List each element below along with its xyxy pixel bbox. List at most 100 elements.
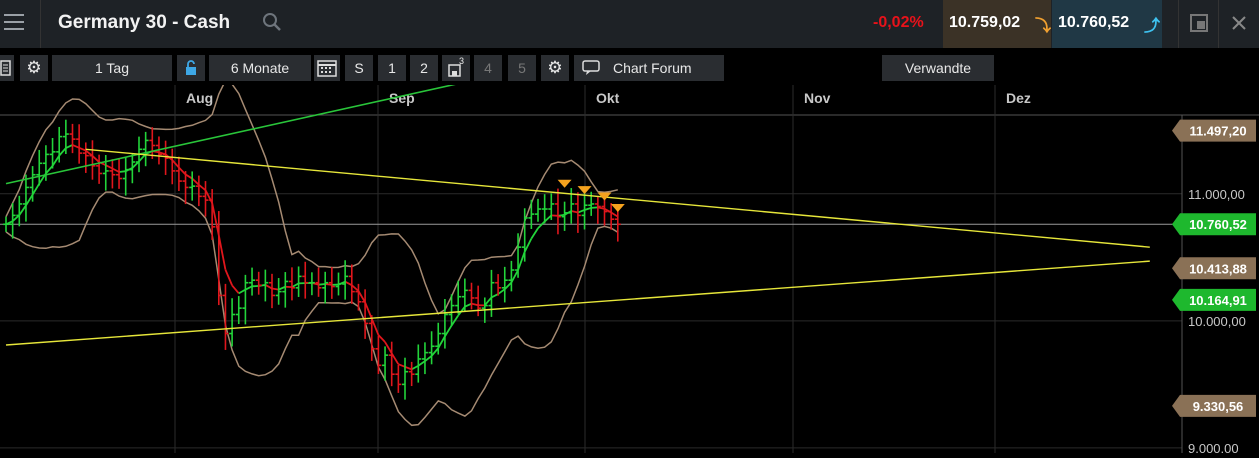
- price-label-text: 9.330,56: [1193, 399, 1244, 414]
- lock-icon: [177, 55, 205, 81]
- ask-button[interactable]: 10.760,52 ⤴: [1052, 0, 1162, 48]
- moving-average-segment: [545, 215, 552, 221]
- moving-average-segment: [498, 289, 505, 294]
- arrow-down-icon: ⤵: [1035, 12, 1051, 36]
- chart-forum-button[interactable]: Chart Forum: [574, 55, 724, 81]
- menu-button[interactable]: [0, 0, 41, 48]
- layout-3-button[interactable]: 3: [442, 55, 470, 81]
- list-button[interactable]: [0, 55, 14, 81]
- price-bar: [3, 217, 9, 232]
- price-bar: [608, 203, 614, 230]
- moving-average-segment: [53, 156, 60, 166]
- instrument-title: Germany 30 - Cash: [58, 12, 230, 34]
- moving-average-segment: [292, 283, 299, 287]
- price-label-text: 10.760,52: [1189, 217, 1247, 232]
- price-bar: [429, 331, 435, 364]
- moving-average-segment: [392, 353, 399, 364]
- price-bar: [555, 189, 561, 235]
- price-label-text: 11.497,20: [1189, 124, 1246, 139]
- related-button[interactable]: Verwandte: [882, 55, 994, 81]
- range-select[interactable]: 6 Monate: [209, 55, 311, 81]
- bid-price: 10.759,02: [949, 14, 1020, 32]
- hamburger-icon: [4, 14, 24, 16]
- price-label-text: 10.413,88: [1189, 261, 1247, 276]
- month-label: Aug: [186, 90, 213, 106]
- chart-settings-button[interactable]: ⚙: [541, 55, 569, 81]
- moving-average-segment: [212, 203, 219, 235]
- lock-button[interactable]: [177, 55, 205, 81]
- moving-average-segment: [325, 284, 332, 285]
- price-bar: [203, 181, 209, 217]
- price-bar: [83, 142, 89, 172]
- moving-average-segment: [219, 235, 226, 269]
- moving-average-segment: [425, 356, 432, 361]
- popout-icon: [1179, 0, 1219, 48]
- moving-average-segment: [511, 270, 518, 282]
- price-bar: [422, 342, 428, 374]
- moving-average-segment: [26, 195, 33, 206]
- price-bar: [76, 124, 82, 163]
- price-label: 10.760,52: [1172, 213, 1256, 235]
- popout-button[interactable]: [1178, 0, 1219, 48]
- price-bar: [222, 284, 228, 350]
- layout-2-button[interactable]: 2: [410, 55, 438, 81]
- chart-area[interactable]: AugSepOktNovDez11.000,0010.000,009.000,0…: [0, 85, 1259, 453]
- price-bar: [296, 266, 302, 296]
- moving-average-segment: [73, 145, 80, 148]
- price-bar: [402, 358, 408, 400]
- settings-button[interactable]: ⚙: [20, 55, 48, 81]
- moving-average-segment: [106, 165, 113, 168]
- price-chart[interactable]: AugSepOktNovDez11.000,0010.000,009.000,0…: [0, 85, 1259, 453]
- month-label: Nov: [804, 90, 831, 106]
- calendar-button[interactable]: [314, 55, 340, 81]
- close-button[interactable]: [1218, 0, 1259, 48]
- layout-5-button[interactable]: 5: [508, 55, 536, 81]
- price-bar: [409, 362, 415, 386]
- price-bar: [355, 284, 361, 311]
- price-bar: [256, 272, 262, 295]
- price-label: 9.330,56: [1172, 395, 1256, 417]
- y-tick-label: 11.000,00: [1188, 187, 1245, 202]
- search-icon[interactable]: [260, 10, 284, 34]
- moving-average-segment: [265, 285, 272, 289]
- price-bar: [375, 336, 381, 374]
- bid-button[interactable]: 10.759,02 ⤵: [943, 0, 1051, 48]
- moving-average-segment: [418, 361, 425, 366]
- price-bar: [316, 268, 322, 297]
- price-bar: [30, 166, 36, 202]
- price-bar: [196, 176, 202, 206]
- moving-average-segment: [398, 364, 405, 367]
- moving-average-segment: [465, 304, 472, 307]
- hamburger-icon: [4, 21, 24, 23]
- moving-average-segment: [172, 160, 179, 167]
- moving-average-segment: [206, 190, 213, 203]
- gear-icon: ⚙: [26, 58, 41, 77]
- interval-select[interactable]: 1 Tag: [52, 55, 172, 81]
- moving-average-segment: [46, 166, 53, 174]
- layout-1-button[interactable]: 1: [378, 55, 406, 81]
- layout-4-button[interactable]: 4: [474, 55, 502, 81]
- price-bar: [302, 262, 308, 299]
- y-tick-label: 10.000,00: [1188, 314, 1246, 329]
- moving-average-segment: [571, 211, 578, 213]
- price-bar: [149, 127, 155, 159]
- price-bar: [116, 158, 122, 188]
- price-bar: [143, 132, 149, 166]
- gear-icon: ⚙: [547, 58, 562, 77]
- price-bar: [249, 268, 255, 296]
- moving-average-segment: [272, 289, 279, 290]
- price-bar: [23, 175, 29, 222]
- yellow-trendline: [6, 261, 1150, 345]
- moving-average-segment: [192, 179, 199, 185]
- moving-average-segment: [491, 294, 498, 297]
- layout-s-button[interactable]: S: [345, 55, 373, 81]
- price-bar: [395, 365, 401, 393]
- price-bar: [276, 278, 282, 305]
- layout-3-label: 3: [459, 48, 464, 74]
- moving-average-segment: [33, 184, 40, 195]
- top-bar: Germany 30 - Cash -0,02% 10.759,02 ⤵ 10.…: [0, 0, 1259, 48]
- moving-average-segment: [485, 297, 492, 305]
- month-label: Okt: [596, 90, 620, 106]
- arrow-up-icon: ⤴: [1144, 12, 1160, 36]
- price-bar: [269, 274, 275, 308]
